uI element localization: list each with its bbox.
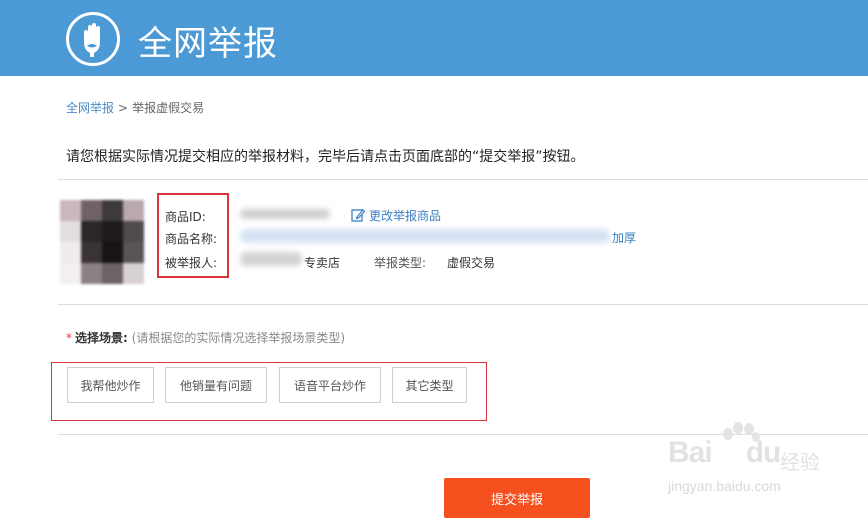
reportee-suffix: 专卖店 [304, 256, 341, 270]
scene-option-i-hyped-it[interactable]: 我帮他炒作 [67, 367, 154, 403]
submit-report-button[interactable]: 提交举报 [444, 478, 590, 518]
scene-label: * 选择场景: (请根据您的实际情况选择举报场景类型) [66, 329, 345, 346]
scene-option-other[interactable]: 其它类型 [392, 367, 467, 403]
scene-option-voice-platform[interactable]: 语音平台炒作 [279, 367, 381, 403]
report-type-value: 虚假交易 [447, 256, 496, 270]
watermark-brand: Bai du [668, 436, 781, 469]
divider [58, 179, 868, 180]
scene-hint: (请根据您的实际情况选择举报场景类型) [131, 331, 346, 345]
scene-option-sales-problem[interactable]: 他销量有问题 [165, 367, 267, 403]
watermark-url: jingyan.baidu.com [668, 478, 781, 494]
reportee-value-redacted [240, 252, 302, 266]
scene-title: 选择场景: [75, 331, 128, 345]
change-product-label: 更改举报商品 [369, 209, 442, 223]
edit-icon [351, 209, 366, 222]
product-name-label: 商品名称: [165, 232, 218, 246]
breadcrumb-separator: > [118, 101, 129, 115]
change-product-link[interactable]: 更改举报商品 [351, 207, 441, 224]
breadcrumb-home-link[interactable]: 全网举报 [66, 101, 114, 115]
divider [58, 304, 868, 305]
breadcrumb-current: 举报虚假交易 [132, 101, 205, 115]
header-bar: 全网举报 [0, 0, 868, 76]
required-mark: * [66, 331, 72, 345]
product-id-value-redacted [240, 209, 330, 219]
product-name-tail[interactable]: 加厚 [612, 229, 636, 246]
product-thumbnail[interactable] [60, 200, 144, 284]
hand-in-circle-icon[interactable] [66, 12, 120, 66]
product-name-value-redacted[interactable] [240, 229, 610, 243]
instruction-text: 请您根据实际情况提交相应的举报材料，完毕后请点击页面底部的“提交举报”按钮。 [66, 149, 585, 165]
site-title: 全网举报 [138, 24, 278, 64]
reportee-label: 被举报人: [165, 256, 218, 270]
breadcrumb: 全网举报 > 举报虚假交易 [66, 99, 204, 116]
watermark-cn: 经验 [780, 450, 820, 474]
report-type-label: 举报类型: [374, 256, 427, 270]
baidu-jingyan-watermark: Bai du 经验 jingyan.baidu.com [668, 422, 868, 500]
product-id-label: 商品ID: [165, 210, 206, 224]
